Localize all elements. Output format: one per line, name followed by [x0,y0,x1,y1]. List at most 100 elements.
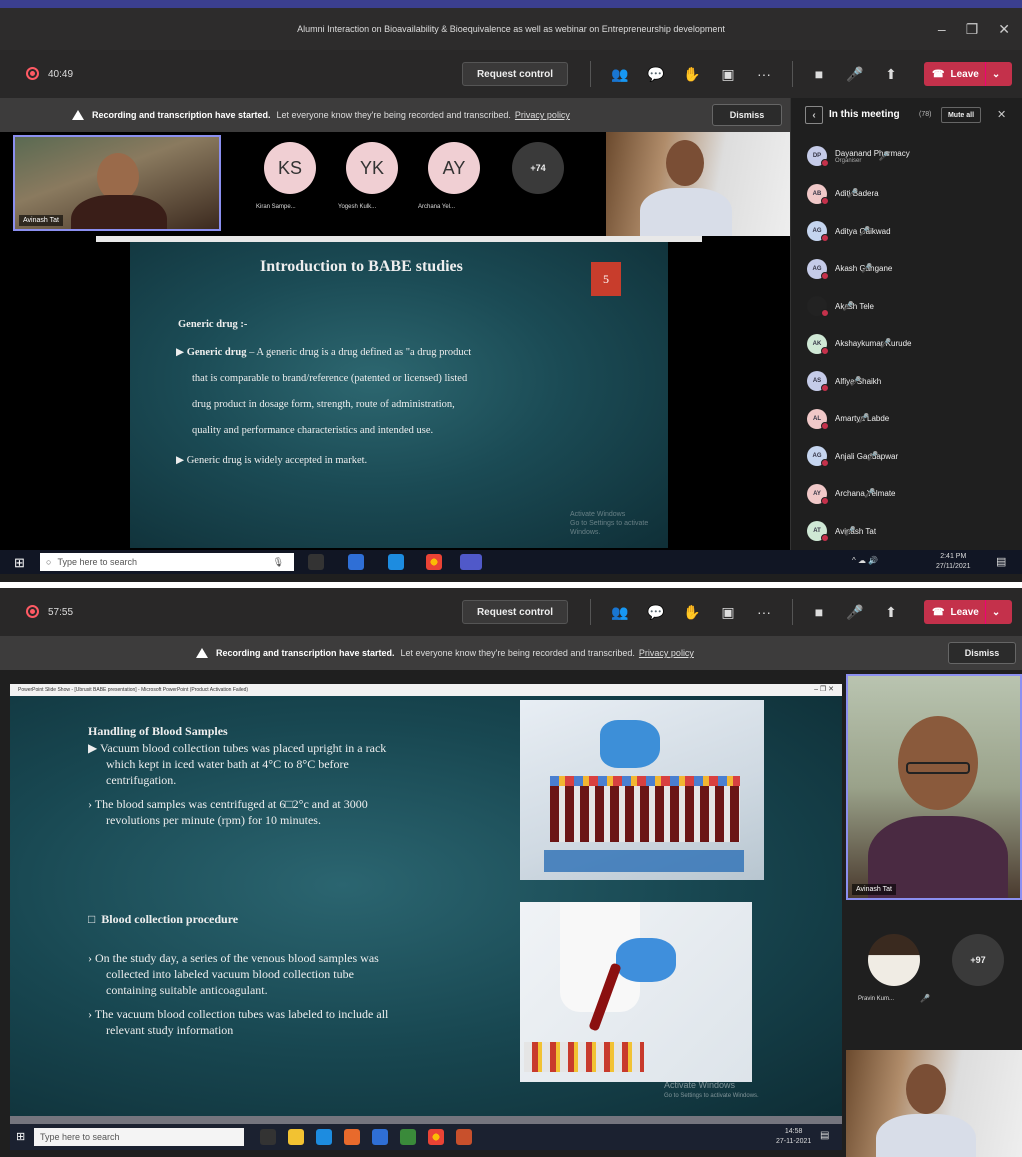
taskbar-clock[interactable]: 14:58 27-11-2021 [776,1127,811,1147]
participant-list-item[interactable]: AS Alfiya Shaikh 🎤 [807,367,881,395]
participant-list-item[interactable]: AK Akshaykumar Kurude 🎤 [807,330,911,358]
chevron-down-icon[interactable]: ⌄ [984,600,1006,624]
camera-icon[interactable]: ■ [808,601,830,623]
people-icon[interactable]: 👥 [609,601,631,623]
participant-list-item[interactable]: AG Anjali Gaddapwar 🎤 [807,442,898,470]
app-icon[interactable] [400,1129,416,1145]
tube-caps [550,776,740,786]
dismiss-button[interactable]: Dismiss [712,104,782,126]
taskbar-search-box[interactable]: Type here to search [34,1128,244,1146]
more-participants-button[interactable]: +74 [512,142,564,194]
slide-bullet: ▶ Generic drug – A generic drug is a dru… [176,347,472,358]
back-arrow-icon[interactable]: ‹ [805,106,823,124]
dismiss-button[interactable]: Dismiss [948,642,1016,664]
windows-taskbar: ⊞ ○ Type here to search 🎙 ^ ☁ 🔊 2:41 PM … [0,550,1022,574]
participant-video-thumb[interactable] [868,934,920,986]
search-placeholder: Type here to search [57,557,137,567]
reactions-icon[interactable]: ✋ [681,63,703,85]
taskbar-clock[interactable]: 2:41 PM 27/11/2021 [936,552,971,572]
task-view-icon[interactable] [260,1129,276,1145]
participant-list-item[interactable]: AL Amartya Labde 🎤 [807,405,889,433]
ppt-window-controls[interactable]: – ❐ ✕ [814,684,834,696]
phone-icon: ☎ [932,68,945,80]
participant-avatar: AT [807,521,829,542]
participant-name: Kiran Sampe... [256,204,296,210]
rooms-icon[interactable]: ▣ [717,63,739,85]
participant-avatar[interactable]: AY [428,142,480,194]
chat-icon[interactable]: 💬 [645,63,667,85]
edge-icon[interactable] [388,554,404,570]
slide-line: quality and performance characteristics … [192,425,434,436]
mute-all-button[interactable]: Mute all [941,107,981,123]
request-control-button[interactable]: Request control [462,62,568,86]
slide-line: that is comparable to brand/reference (p… [192,373,468,384]
tray-icons: ^ ☁ 🔊 [852,556,879,565]
leave-label: Leave [950,68,979,80]
participant-avatar: AY [807,483,829,505]
participant-list-item[interactable]: AG Akash Gangane 🎤 [807,255,892,283]
meeting-timer: 40:49 [48,69,74,80]
windows-start-icon[interactable]: ⊞ [14,555,25,571]
chrome-icon[interactable] [428,1129,444,1145]
mic-off-icon[interactable]: 🎤 [844,601,866,623]
participant-avatar[interactable]: KS [264,142,316,194]
minimize-icon[interactable]: – [938,21,946,37]
close-panel-icon[interactable]: ✕ [997,108,1006,121]
participant-list-item[interactable]: AB Aditi Badera 🎤 [807,180,879,208]
notification-icon[interactable]: ▤ [820,1130,829,1141]
powerpoint-icon[interactable] [456,1129,472,1145]
more-actions-icon[interactable]: ··· [753,601,775,623]
edge-icon[interactable] [316,1129,332,1145]
windows-start-icon[interactable]: ⊞ [16,1130,25,1143]
camera-icon[interactable]: ■ [808,63,830,85]
task-view-icon[interactable] [308,554,324,570]
chevron-down-icon[interactable]: ⌄ [984,62,1006,86]
app-icon[interactable] [344,1129,360,1145]
app-icon[interactable] [372,1129,388,1145]
leave-button[interactable]: ☎ Leave ⌄ [924,62,1012,86]
speaker-video-tile[interactable]: Avinash Tat [846,674,1022,900]
notification-icon[interactable]: ▤ [996,555,1006,568]
participant-list-item[interactable]: AY Archana Yelmate 🎤 [807,480,896,508]
teams-icon[interactable] [460,554,482,570]
mic-off-icon[interactable]: 🎤 [844,63,866,85]
participant-video-tile[interactable] [846,1050,1022,1157]
presentation-slide: Handling of Blood Samples ▶ Vacuum blood… [10,696,842,1116]
slide-title: Introduction to BABE studies [260,258,463,275]
reactions-icon[interactable]: ✋ [681,601,703,623]
more-participants-button[interactable]: +97 [952,934,1004,986]
participant-video-tile[interactable] [606,132,790,236]
banner-bold-text: Recording and transcription have started… [92,110,271,120]
participant-list-item[interactable]: Akash Tele 🎤 [807,292,874,320]
close-icon[interactable]: ✕ [998,21,1010,38]
taskbar-search-box[interactable]: ○ Type here to search 🎙 [40,553,294,571]
more-actions-icon[interactable]: ··· [753,63,775,85]
person-body [640,188,732,236]
share-icon[interactable]: ⬆ [880,63,902,85]
participant-list-item[interactable]: DP Dayanand Pharmacy Organiser 🎤 [807,142,910,170]
privacy-policy-link[interactable]: Privacy policy [515,110,570,120]
participant-list-item[interactable]: AT Avinash Tat 🎤 [807,517,876,545]
request-control-button[interactable]: Request control [462,600,568,624]
tube-row [524,1042,644,1072]
speaker-video-tile[interactable]: Avinash Tat [13,135,221,231]
privacy-policy-link[interactable]: Privacy policy [639,648,694,658]
slide-number: 5 [591,262,621,296]
chrome-icon[interactable] [426,554,442,570]
participant-avatar: AG [807,446,829,467]
share-icon[interactable]: ⬆ [880,601,902,623]
teams-meeting-window-top: Alumni Interaction on Bioavailability & … [0,8,1022,582]
people-icon[interactable]: 👥 [609,63,631,85]
leave-button[interactable]: ☎ Leave ⌄ [924,600,1012,624]
restore-icon[interactable]: ❐ [966,21,979,38]
participants-panel: ‹ In this meeting (78) Mute all ✕ DP Daya… [790,98,1022,550]
explorer-icon[interactable] [288,1129,304,1145]
participant-avatar[interactable]: YK [346,142,398,194]
warning-icon [196,648,208,658]
rooms-icon[interactable]: ▣ [717,601,739,623]
top-border [0,0,1022,8]
app-icon[interactable] [348,554,364,570]
participant-list-item[interactable]: AG Aditya Gaikwad 🎤 [807,217,891,245]
participant-role: Organiser [835,157,862,164]
chat-icon[interactable]: 💬 [645,601,667,623]
